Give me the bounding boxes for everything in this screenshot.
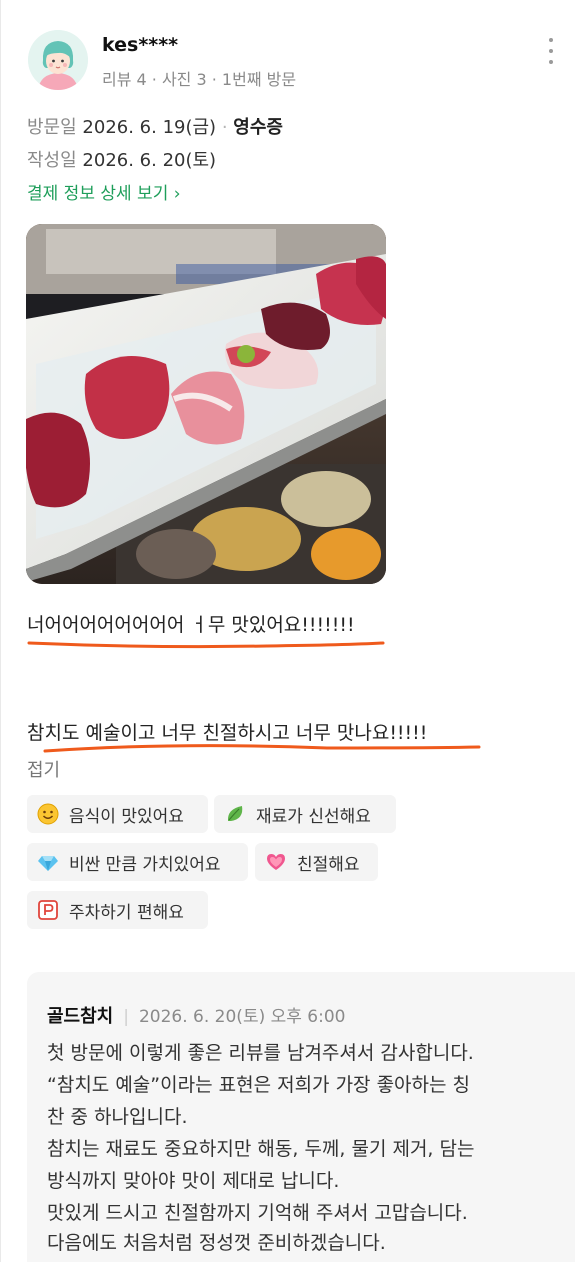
reply-line: 다음에도 처음처럼 정성껏 준비하겠습니다. bbox=[47, 1232, 386, 1254]
smile-emoji-icon bbox=[37, 803, 59, 825]
visit-label: 방문일 bbox=[27, 117, 77, 138]
keyword-chip: 주차하기 편해요 bbox=[27, 891, 208, 929]
keyword-label: 주차하기 편해요 bbox=[69, 902, 184, 923]
gem-icon bbox=[37, 851, 59, 873]
keyword-chip: 비싼 만큼 가치있어요 bbox=[27, 843, 248, 881]
highlight-underline bbox=[43, 744, 481, 753]
more-options-icon[interactable] bbox=[544, 38, 558, 64]
card-left-border bbox=[0, 0, 1, 1262]
tuna-sashimi-plate-image bbox=[26, 224, 386, 584]
reply-line: 방식까지 맞아야 맛이 제대로 납니다. bbox=[47, 1170, 340, 1192]
avatar-illustration-icon bbox=[28, 30, 88, 90]
reply-line: 참치는 재료도 중요하지만 해동, 두께, 물기 제거, 담는 bbox=[47, 1138, 475, 1160]
visit-date: 2026. 6. 19(금) bbox=[82, 117, 217, 138]
highlight-underline bbox=[27, 641, 385, 649]
review-text-line: 참치도 예술이고 너무 친절하시고 너무 맛나요!!!!! bbox=[27, 718, 481, 753]
heart-icon bbox=[265, 851, 287, 873]
chevron-right-icon: › bbox=[173, 184, 181, 204]
reply-line: 찬 중 하나입니다. bbox=[47, 1106, 188, 1128]
reply-divider: | bbox=[123, 1007, 129, 1027]
keyword-label: 친절해요 bbox=[297, 854, 360, 875]
keyword-chip: 음식이 맛있어요 bbox=[27, 795, 208, 833]
reply-header: 골드참치 | 2026. 6. 20(토) 오후 6:00 bbox=[47, 1002, 345, 1028]
keyword-label: 재료가 신선해요 bbox=[256, 806, 371, 827]
payment-detail-link[interactable]: 결제 정보 상세 보기 › bbox=[27, 179, 181, 204]
keyword-label: 음식이 맛있어요 bbox=[69, 806, 184, 827]
fold-button[interactable]: 접기 bbox=[27, 756, 60, 782]
keyword-chip: 친절해요 bbox=[255, 843, 378, 881]
owner-reply: 골드참치 | 2026. 6. 20(토) 오후 6:00 첫 방문에 이렇게 좋은… bbox=[27, 972, 575, 1262]
review-text-line: 너어어어어어어어어 ㅓ무 맛있어요!!!!!!! bbox=[27, 610, 385, 649]
parking-icon bbox=[37, 899, 59, 921]
reply-line: 첫 방문에 이렇게 좋은 리뷰를 남겨주셔서 감사합니다. bbox=[47, 1042, 474, 1064]
payment-detail-label: 결제 정보 상세 보기 bbox=[27, 184, 169, 204]
author-nickname[interactable]: kes**** bbox=[102, 34, 178, 56]
reply-line: “참치도 예술”이라는 표현은 저희가 가장 좋아하는 칭 bbox=[47, 1074, 471, 1096]
avatar[interactable] bbox=[28, 30, 88, 90]
review-photo[interactable] bbox=[26, 224, 386, 584]
keyword-label: 비싼 만큼 가치있어요 bbox=[69, 854, 221, 875]
separator-dot: · bbox=[221, 117, 228, 138]
written-info-row: 작성일 2026. 6. 20(토) bbox=[27, 146, 216, 172]
keyword-chip: 재료가 신선해요 bbox=[214, 795, 396, 833]
written-label: 작성일 bbox=[27, 150, 77, 171]
leaf-icon bbox=[224, 803, 246, 825]
reply-owner-name: 골드참치 bbox=[47, 1006, 114, 1027]
visit-info-row: 방문일 2026. 6. 19(금) · 영수증 bbox=[27, 113, 283, 139]
written-date: 2026. 6. 20(토) bbox=[82, 150, 217, 171]
review-header: kes**** 리뷰 4 · 사진 3 · 1번째 방문 bbox=[28, 30, 558, 92]
receipt-badge: 영수증 bbox=[233, 117, 283, 138]
author-meta: 리뷰 4 · 사진 3 · 1번째 방문 bbox=[102, 70, 297, 89]
reply-line: 맛있게 드시고 친절함까지 기억해 주셔서 고맙습니다. bbox=[47, 1202, 468, 1224]
reply-date: 2026. 6. 20(토) 오후 6:00 bbox=[138, 1007, 346, 1027]
